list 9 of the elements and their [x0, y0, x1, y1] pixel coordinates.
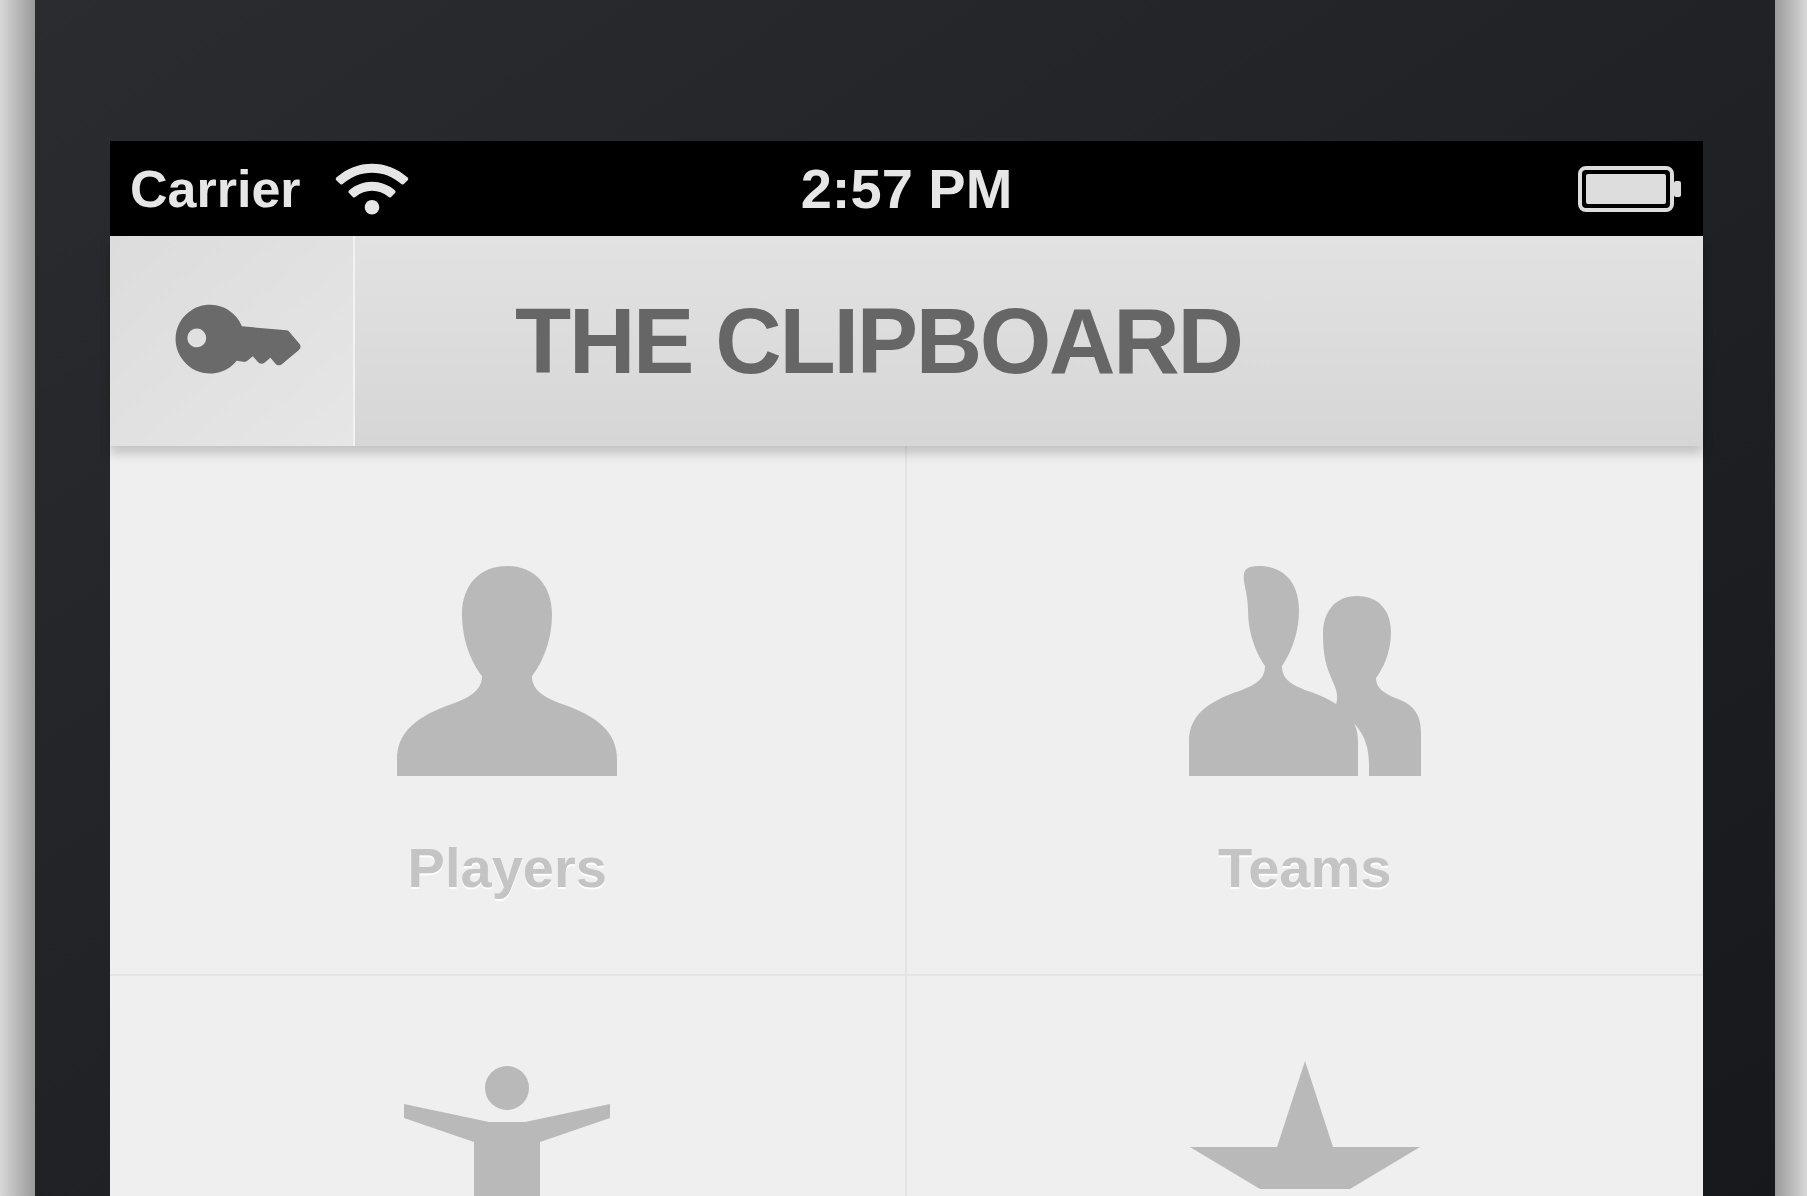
star-icon — [1189, 1061, 1420, 1189]
carrier-label: Carrier — [130, 158, 301, 220]
person-icon — [397, 566, 618, 776]
person-arms-out-icon — [404, 1066, 611, 1196]
clock-time: 2:57 PM — [800, 155, 1013, 222]
battery-icon — [1577, 164, 1683, 213]
two-people-icon — [1188, 566, 1421, 776]
key-button[interactable] — [110, 236, 355, 446]
app-title: THE CLIPBOARD — [515, 289, 1242, 395]
